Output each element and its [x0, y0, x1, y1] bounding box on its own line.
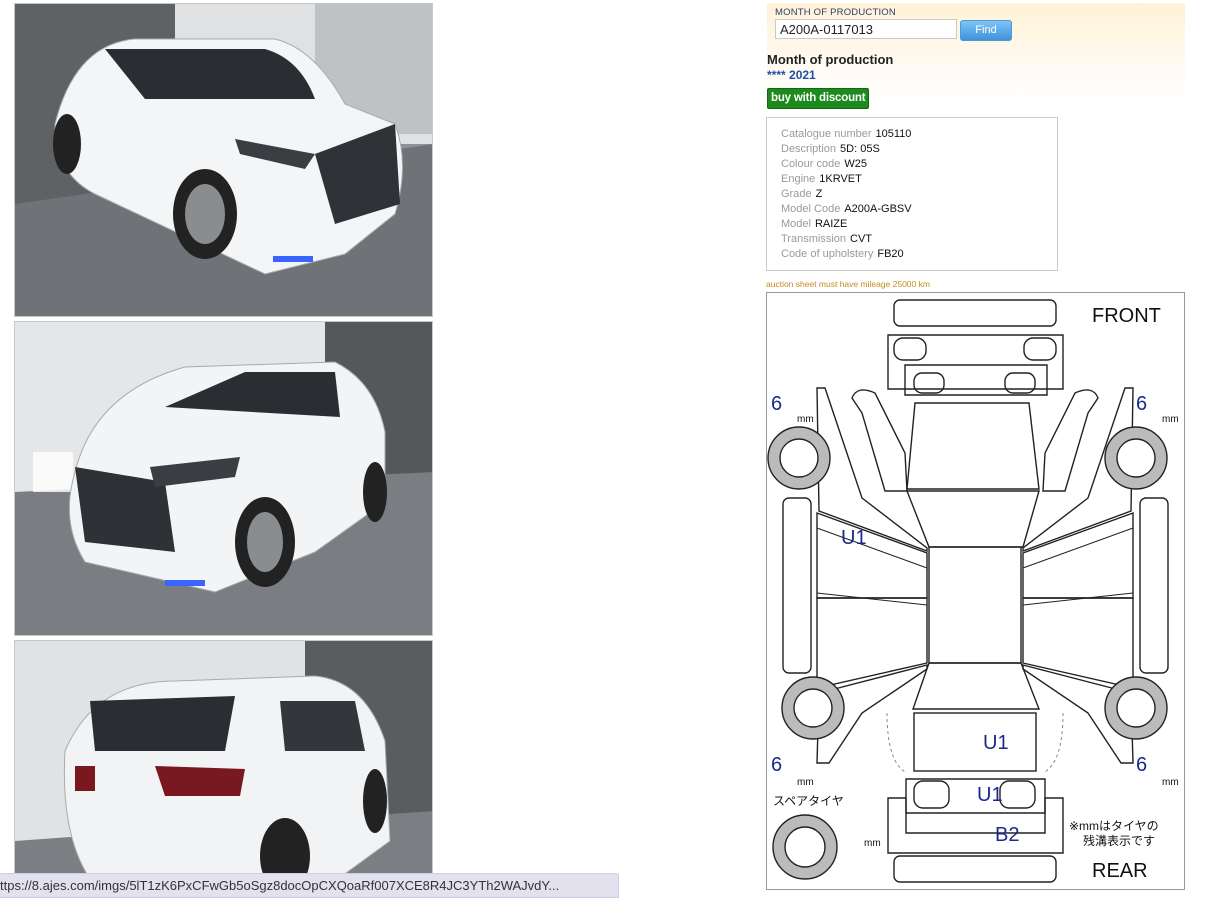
spec-value: CVT	[850, 233, 872, 245]
spec-key: Transmission	[781, 233, 846, 245]
right-side-sill	[1139, 497, 1169, 674]
spec-value: 105110	[875, 128, 912, 140]
spec-row-colour: Colour code W25	[781, 157, 1057, 172]
find-button[interactable]: Find	[960, 20, 1012, 41]
spec-key: Code of upholstery	[781, 248, 874, 260]
car-photo-front-angle[interactable]	[14, 321, 433, 636]
left-side-sill	[782, 497, 812, 674]
right-front-fender	[1042, 389, 1099, 492]
spec-key: Engine	[781, 173, 816, 185]
tread-rear-right: 6	[1136, 754, 1147, 776]
production-label: MONTH OF PRODUCTION	[775, 7, 896, 18]
damage-mark-rear-bumper-upper: U1	[977, 784, 1003, 806]
tread-front-right: 6	[1136, 393, 1147, 415]
spec-key: Grade	[781, 188, 812, 200]
windshield-panel	[905, 490, 1040, 548]
hood-panel	[906, 402, 1040, 490]
fog-light-right	[1004, 372, 1036, 394]
spec-key: Model	[781, 218, 811, 230]
inspection-sheet-diagram: FRONT REAR 6 mm 6 mm 6 mm 6 mm mm スペアタイヤ…	[766, 292, 1185, 890]
spec-row-catalogue: Catalogue number 105110	[781, 127, 1057, 142]
spec-row-model: Model RAIZE	[781, 217, 1057, 232]
month-of-production-heading: Month of production	[767, 52, 894, 67]
mm-label-front-left: mm	[797, 414, 814, 425]
spec-row-upholstery: Code of upholstery FB20	[781, 247, 1057, 262]
tread-note-line1: ※mmはタイヤの	[1069, 819, 1159, 833]
chassis-number-input[interactable]	[775, 19, 957, 39]
tread-front-left: 6	[771, 393, 782, 415]
spec-key: Model Code	[781, 203, 841, 215]
spec-row-description: Description 5D: 05S	[781, 142, 1057, 157]
roof-panel	[928, 546, 1022, 664]
car-photo-rear[interactable]	[14, 640, 433, 898]
mm-label-rear-right: mm	[1162, 777, 1179, 788]
link-status-bar: ttps://8.ajes.com/imgs/5lT1zK6PxCFwGb5oS…	[0, 873, 619, 898]
wheel-icons	[767, 426, 1168, 880]
spec-key: Colour code	[781, 158, 841, 170]
rear-valance-panel	[893, 855, 1057, 883]
right-headlight	[1023, 337, 1057, 361]
damage-mark-rear-bumper: B2	[995, 824, 1019, 846]
spec-row-engine: Engine 1KRVET	[781, 172, 1057, 187]
right-rear-door	[1022, 597, 1134, 689]
spare-tire-label: スペアタイヤ	[773, 794, 844, 808]
spec-key: Catalogue number	[781, 128, 872, 140]
front-bumper-panel	[893, 299, 1057, 327]
mm-label-spare: mm	[864, 838, 881, 849]
left-taillight	[913, 780, 950, 809]
damage-mark-left-door: U1	[841, 527, 867, 549]
spec-key: Description	[781, 143, 837, 155]
mm-label-rear-left: mm	[797, 777, 814, 788]
spec-value: FB20	[877, 248, 904, 260]
spec-row-transmission: Transmission CVT	[781, 232, 1057, 247]
car-photo-front[interactable]	[14, 3, 433, 317]
front-label: FRONT	[1092, 305, 1161, 327]
left-rear-door	[816, 597, 928, 689]
grille-panel	[904, 364, 1048, 396]
left-front-pillar	[816, 387, 928, 553]
damage-mark-tailgate: U1	[983, 732, 1009, 754]
mm-label-front-right: mm	[1162, 414, 1179, 425]
spec-value: RAIZE	[814, 218, 848, 230]
tailgate-panel	[913, 712, 1037, 772]
spec-row-grade: Grade Z	[781, 187, 1057, 202]
left-front-door	[816, 512, 928, 599]
rear-window-panel	[912, 662, 1041, 710]
vehicle-specs-panel: Catalogue number 105110 Description 5D: 05…	[766, 117, 1058, 271]
left-headlight	[893, 337, 927, 361]
right-front-door	[1022, 512, 1134, 599]
spec-value: Z	[815, 188, 823, 200]
spec-value: A200A-GBSV	[844, 203, 912, 215]
rear-bumper-panel	[887, 797, 1064, 854]
rear-label: REAR	[1092, 860, 1148, 882]
spec-value: 1KRVET	[819, 173, 862, 185]
month-of-production-value: **** 2021	[767, 68, 816, 82]
auction-sheet-note: auction sheet must have mileage 25000 km	[766, 279, 930, 289]
right-taillight	[999, 780, 1036, 809]
left-front-fender	[851, 389, 908, 492]
fog-light-left	[913, 372, 945, 394]
spec-value: W25	[844, 158, 867, 170]
production-search-panel: MONTH OF PRODUCTION Find Month of produc…	[767, 3, 1185, 109]
spec-value: 5D: 05S	[840, 143, 880, 155]
buy-with-discount-button[interactable]: buy with discount	[767, 88, 870, 109]
tread-rear-left: 6	[771, 754, 782, 776]
spec-row-model-code: Model Code A200A-GBSV	[781, 202, 1057, 217]
tread-note-line2: 残溝表示です	[1083, 834, 1155, 848]
